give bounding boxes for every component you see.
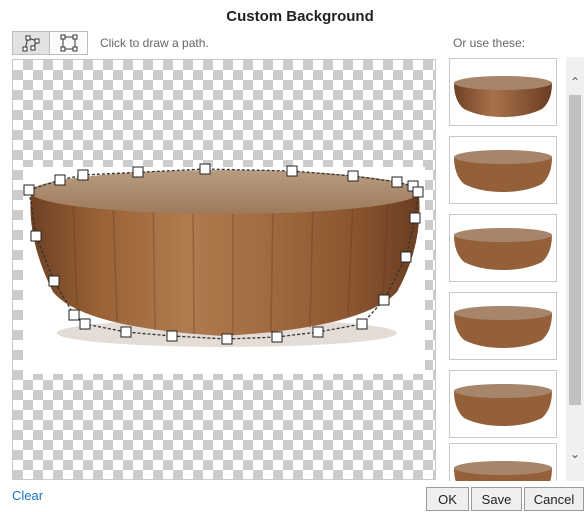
rectangle-tool-button[interactable] <box>50 31 88 55</box>
chevron-up-icon[interactable]: ⌃ <box>566 73 584 91</box>
preset-thumbnail[interactable] <box>449 443 557 481</box>
toolbar-hint: Click to draw a path. <box>100 36 209 50</box>
rectangle-select-icon <box>60 34 77 52</box>
polygon-path-icon <box>22 35 40 52</box>
scrollbar-thumb[interactable] <box>569 95 581 405</box>
thumbnails-scrollbar[interactable]: ⌃ ⌄ <box>566 57 584 481</box>
cancel-button[interactable]: Cancel <box>524 487 584 511</box>
dialog-title: Custom Background <box>226 8 374 25</box>
clear-link[interactable]: Clear <box>12 488 43 503</box>
preset-thumbnail[interactable] <box>449 292 557 360</box>
preset-thumbnail[interactable] <box>449 370 557 438</box>
preset-thumbnail[interactable] <box>449 58 557 126</box>
path-tool-button[interactable] <box>12 31 50 55</box>
presets-label: Or use these: <box>453 36 526 50</box>
editing-canvas[interactable] <box>12 59 436 480</box>
preset-thumbnails-panel <box>446 57 584 481</box>
drawing-toolbar <box>12 31 88 55</box>
ok-button[interactable]: OK <box>426 487 469 511</box>
preset-thumbnail[interactable] <box>449 136 557 204</box>
preset-thumbnail[interactable] <box>449 214 557 282</box>
save-button[interactable]: Save <box>471 487 522 511</box>
chevron-down-icon[interactable]: ⌄ <box>566 445 584 463</box>
